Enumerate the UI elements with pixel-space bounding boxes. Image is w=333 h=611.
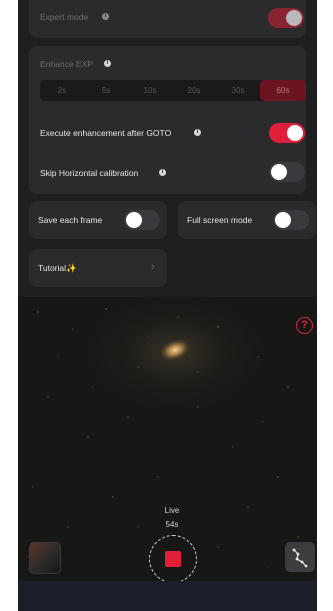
chevron-right-icon: › bbox=[151, 261, 155, 273]
tutorial-label: Tutorial✨ bbox=[38, 263, 77, 273]
exp-option-5s[interactable]: 5s bbox=[84, 80, 128, 101]
info-icon[interactable]: i bbox=[104, 60, 111, 67]
exp-option-10s[interactable]: 10s bbox=[128, 80, 172, 101]
save-each-frame-toggle[interactable] bbox=[124, 210, 160, 230]
full-screen-toggle[interactable] bbox=[273, 210, 309, 230]
exp-option-20s[interactable]: 20s bbox=[172, 80, 216, 101]
stop-square-icon[interactable] bbox=[165, 551, 181, 567]
enhance-exp-label: Enhance EXP bbox=[40, 59, 93, 69]
live-mode-label: Live bbox=[164, 506, 180, 515]
full-screen-card: Full screen mode bbox=[178, 201, 316, 239]
execute-after-goto-toggle[interactable] bbox=[269, 123, 305, 143]
toggle-knob bbox=[126, 212, 142, 228]
enhance-exp-selector: 2s 5s 10s 20s 30s 60s bbox=[40, 80, 306, 101]
expert-mode-toggle[interactable] bbox=[268, 8, 304, 28]
exp-option-60s[interactable]: 60s bbox=[260, 80, 306, 101]
toggle-knob bbox=[275, 212, 291, 228]
expert-mode-label: Expert mode bbox=[40, 12, 89, 22]
save-each-frame-label: Save each frame bbox=[38, 215, 103, 225]
last-capture-thumbnail[interactable] bbox=[29, 542, 61, 574]
save-each-frame-card: Save each frame bbox=[29, 201, 167, 239]
expert-mode-card: Expert mode i bbox=[29, 0, 306, 38]
tutorial-button[interactable]: Tutorial✨ › bbox=[29, 249, 167, 287]
execute-after-goto-label: Execute enhancement after GOTO bbox=[40, 128, 172, 138]
live-elapsed-time: 54s bbox=[165, 520, 179, 529]
skip-horizontal-toggle[interactable] bbox=[269, 162, 305, 182]
bottom-bar bbox=[18, 581, 317, 611]
skip-horizontal-label: Skip Horizontal calibration bbox=[40, 168, 139, 178]
toggle-knob bbox=[271, 164, 287, 180]
toggle-knob bbox=[286, 10, 302, 26]
info-icon[interactable]: i bbox=[102, 13, 109, 20]
info-icon[interactable]: i bbox=[159, 169, 166, 176]
constellation-icon bbox=[292, 548, 308, 568]
question-circle-icon[interactable]: ? bbox=[296, 317, 313, 334]
live-view[interactable]: ? Live 54s bbox=[18, 297, 317, 583]
exp-option-30s[interactable]: 30s bbox=[216, 80, 260, 101]
app-screen: Expert mode i Enhance EXP i 2s 5s 10s 20… bbox=[18, 0, 317, 611]
toggle-knob bbox=[287, 125, 303, 141]
constellation-button[interactable] bbox=[285, 542, 315, 572]
exp-option-2s[interactable]: 2s bbox=[40, 80, 84, 101]
full-screen-label: Full screen mode bbox=[187, 215, 253, 225]
info-icon[interactable]: i bbox=[194, 129, 201, 136]
